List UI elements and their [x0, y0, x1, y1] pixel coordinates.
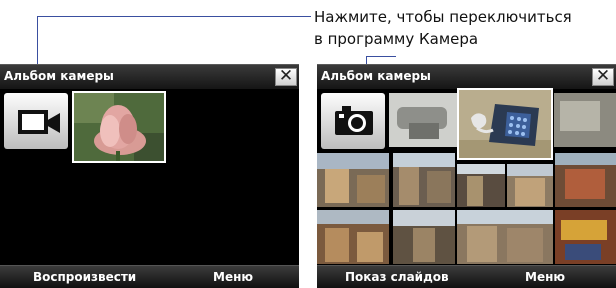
right-camera-album-screen: Альбом камеры ✕ Показ слайдов Меню: [317, 64, 616, 288]
camera-icon: [335, 106, 373, 135]
play-softkey[interactable]: Воспроизвести: [33, 270, 136, 284]
lotus-flower-image: [74, 93, 164, 161]
video-camera-icon: [18, 110, 60, 134]
left-close-button[interactable]: ✕: [275, 68, 297, 86]
photo-thumbnail[interactable]: [554, 93, 616, 147]
left-selected-thumbnail[interactable]: [72, 91, 166, 163]
right-close-button[interactable]: ✕: [592, 68, 614, 86]
photo-thumbnail[interactable]: [457, 210, 553, 264]
leader-line-right-horizontal: [366, 56, 396, 57]
right-title-bar: Альбом камеры ✕: [317, 64, 616, 90]
left-title-bar: Альбом камеры ✕: [0, 64, 299, 90]
left-menu-softkey[interactable]: Меню: [213, 270, 253, 284]
photo-thumbnail[interactable]: [393, 210, 455, 264]
right-selected-thumbnail[interactable]: [457, 88, 553, 160]
photo-thumbnail[interactable]: [555, 210, 616, 264]
left-switch-to-camera-button[interactable]: [4, 93, 68, 149]
right-switch-to-camera-button[interactable]: [321, 93, 385, 149]
photo-thumbnail[interactable]: [457, 164, 505, 207]
callout-line-1: Нажмите, чтобы переключиться: [314, 8, 572, 26]
device-photo-image: [459, 90, 551, 158]
left-window-title: Альбом камеры: [4, 69, 114, 83]
left-camera-album-screen: Альбом камеры ✕ Воспроизвести Меню: [0, 64, 299, 288]
left-softkey-bar: Воспроизвести Меню: [0, 265, 299, 288]
right-softkey-bar: Показ слайдов Меню: [317, 265, 616, 288]
photo-thumbnail[interactable]: [555, 153, 616, 207]
leader-line-top: [37, 16, 311, 17]
slideshow-softkey[interactable]: Показ слайдов: [345, 270, 449, 284]
photo-thumbnail[interactable]: [389, 93, 459, 147]
callout-text: Нажмите, чтобы переключиться в программу…: [314, 6, 614, 50]
right-window-title: Альбом камеры: [321, 69, 431, 83]
photo-thumbnail[interactable]: [317, 210, 389, 264]
photo-thumbnail[interactable]: [393, 153, 455, 207]
photo-thumbnail[interactable]: [507, 164, 553, 207]
callout-line-2: в программу Камера: [314, 30, 479, 48]
right-menu-softkey[interactable]: Меню: [525, 270, 565, 284]
photo-thumbnail[interactable]: [317, 153, 389, 207]
